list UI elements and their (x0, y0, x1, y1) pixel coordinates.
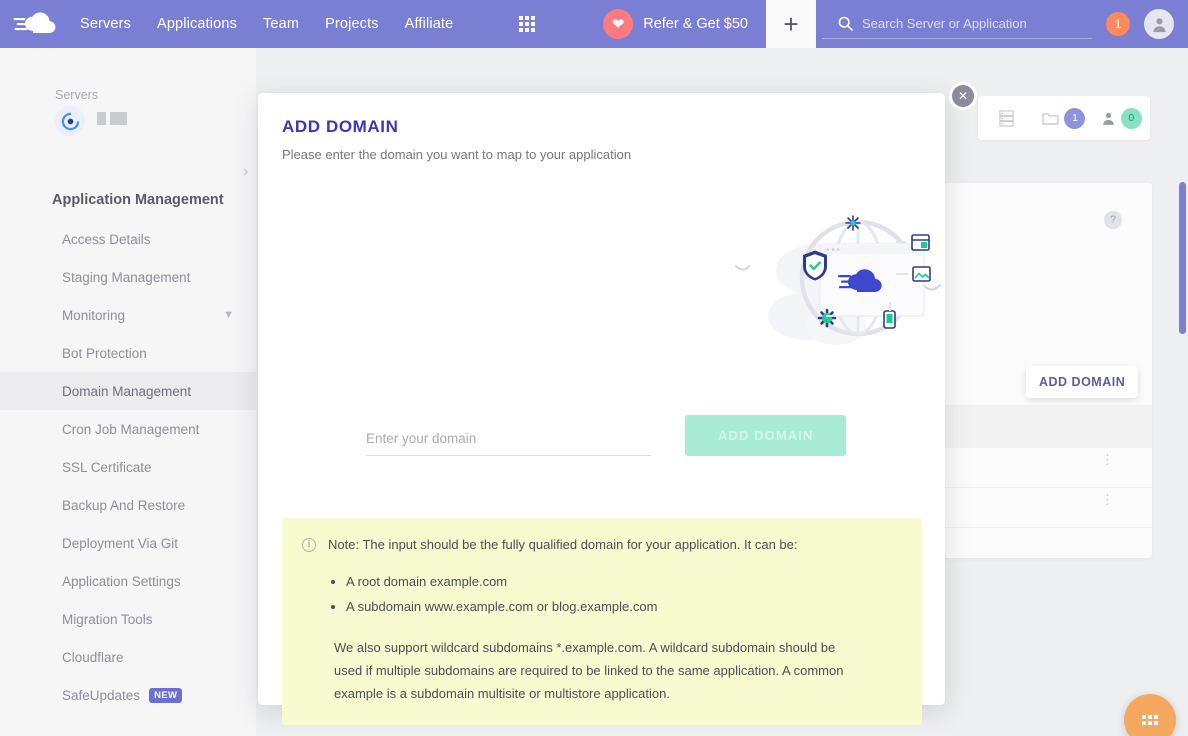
server-name-placeholder (97, 112, 128, 130)
add-domain-modal: ADD DOMAIN Please enter the domain you w… (258, 93, 975, 725)
search-icon (838, 16, 853, 31)
left-sidebar: Servers › Application Management Access … (0, 48, 256, 736)
nav-link-servers[interactable]: Servers (80, 16, 131, 32)
search-box[interactable]: Search Server or Application (822, 9, 1092, 39)
sidebar-item-deployment-via-git[interactable]: Deployment Via Git (0, 524, 256, 562)
sidebar-item-label: Cloudflare (62, 649, 124, 665)
sidebar-item-backup-and-restore[interactable]: Backup And Restore (0, 486, 256, 524)
cloudways-logo[interactable] (0, 0, 72, 48)
domain-illustration (258, 198, 975, 383)
note-callout: i Note: The input should be the fully qu… (282, 518, 922, 725)
notification-badge[interactable]: 1 (1106, 12, 1130, 36)
nav-link-applications[interactable]: Applications (157, 16, 237, 32)
stat-servers[interactable] (978, 110, 1035, 127)
sidebar-item-label: Access Details (62, 231, 151, 247)
chevron-down-icon: ▼ (223, 309, 234, 321)
search-input[interactable]: Search Server or Application (862, 16, 1092, 31)
new-badge: NEW (149, 687, 183, 703)
applications-count: 1 (1064, 107, 1086, 129)
app-stats-card: 1 0 (978, 96, 1150, 140)
apps-grid-icon[interactable] (519, 16, 536, 32)
note-bullet-item: A root domain example.com (346, 569, 902, 594)
user-icon (1103, 112, 1114, 125)
add-domain-submit-button[interactable]: ADD DOMAIN (685, 415, 846, 456)
users-count: 0 (1120, 107, 1142, 129)
sidebar-item-application-settings[interactable]: Application Settings (0, 562, 256, 600)
heart-icon: ❤ (603, 9, 634, 39)
server-stack-icon (999, 110, 1014, 126)
main-nav-links: Servers Applications Team Projects Affil… (80, 16, 536, 32)
nav-link-team[interactable]: Team (263, 16, 299, 32)
note-bullet-list: A root domain example.com A subdomain ww… (346, 569, 902, 620)
domain-input[interactable] (366, 431, 652, 456)
sidebar-item-cloudflare[interactable]: Cloudflare (0, 638, 256, 676)
sidebar-item-migration-tools[interactable]: Migration Tools (0, 600, 256, 638)
cloudways-cloud-logo (13, 12, 56, 33)
sidebar-section-title: Application Management (52, 192, 224, 208)
help-icon[interactable]: ? (1104, 211, 1122, 229)
note-lead-text: Note: The input should be the fully qual… (328, 537, 798, 552)
sidebar-item-bot-protection[interactable]: Bot Protection (0, 334, 256, 372)
sidebar-item-monitoring[interactable]: Monitoring ▼ (0, 296, 256, 334)
vertical-scrollbar[interactable] (1179, 182, 1186, 334)
nav-link-affiliate[interactable]: Affiliate (405, 16, 454, 32)
info-icon: i (302, 538, 316, 552)
note-tail-text: We also support wildcard subdomains *.ex… (334, 639, 844, 701)
chat-widget-icon (1142, 715, 1158, 725)
sidebar-item-label: SSL Certificate (62, 459, 152, 475)
server-avatar-icon (55, 106, 85, 136)
selected-server-chip[interactable] (55, 106, 128, 136)
breadcrumb[interactable]: Servers (55, 88, 98, 102)
folder-icon (1043, 113, 1059, 125)
user-avatar[interactable] (1144, 9, 1174, 39)
stat-applications[interactable]: 1 (1035, 107, 1092, 129)
user-avatar-icon (1152, 17, 1166, 32)
globe-cloud-domain-illustration (735, 215, 975, 345)
sidebar-item-label: Backup And Restore (62, 497, 186, 513)
sidebar-item-label: Deployment Via Git (62, 535, 179, 551)
chat-widget-button[interactable] (1124, 694, 1176, 736)
refer-and-get-button[interactable]: ❤ Refer & Get $50 (603, 9, 766, 39)
nav-link-projects[interactable]: Projects (325, 16, 379, 32)
kebab-menu-icon[interactable]: ⋮ (1101, 453, 1114, 466)
note-bullet-item: A subdomain www.example.com or blog.exam… (346, 594, 902, 619)
sidebar-item-access-details[interactable]: Access Details (0, 220, 256, 258)
sidebar-item-label: Cron Job Management (62, 421, 200, 437)
sidebar-item-label: Domain Management (62, 383, 192, 399)
sidebar-menu: Access Details Staging Management Monito… (0, 220, 256, 714)
refer-label: Refer & Get $50 (643, 16, 748, 32)
modal-subtitle: Please enter the domain you want to map … (282, 147, 632, 162)
chevron-right-icon[interactable]: › (243, 163, 248, 181)
sidebar-item-domain-management[interactable]: Domain Management (0, 372, 256, 410)
sidebar-item-cron-job-management[interactable]: Cron Job Management (0, 410, 256, 448)
top-nav-right: ❤ Refer & Get $50 + Search Server or App… (603, 0, 1188, 48)
sidebar-item-label: Migration Tools (62, 611, 153, 627)
sidebar-item-label: Staging Management (62, 269, 191, 285)
sidebar-item-label: Monitoring (62, 307, 126, 323)
sidebar-item-safeupdates[interactable]: SafeUpdates NEW (0, 676, 256, 714)
sidebar-item-label: SafeUpdates (62, 687, 141, 703)
top-navigation-bar: Servers Applications Team Projects Affil… (0, 0, 1188, 48)
app-root: Servers Applications Team Projects Affil… (0, 0, 1188, 736)
close-modal-button[interactable]: ✕ (952, 85, 974, 107)
add-domain-tooltip[interactable]: ADD DOMAIN (1026, 366, 1139, 398)
sidebar-item-staging-management[interactable]: Staging Management (0, 258, 256, 296)
sidebar-item-ssl-certificate[interactable]: SSL Certificate (0, 448, 256, 486)
add-domain-form: ADD DOMAIN (366, 415, 846, 456)
add-new-button[interactable]: + (766, 0, 816, 48)
sidebar-item-label: Bot Protection (62, 345, 147, 361)
plus-icon: + (783, 9, 799, 39)
kebab-menu-icon[interactable]: ⋮ (1101, 493, 1114, 506)
modal-title: ADD DOMAIN (282, 117, 399, 136)
sidebar-item-label: Application Settings (62, 573, 181, 589)
stat-users[interactable]: 0 (1093, 107, 1150, 129)
